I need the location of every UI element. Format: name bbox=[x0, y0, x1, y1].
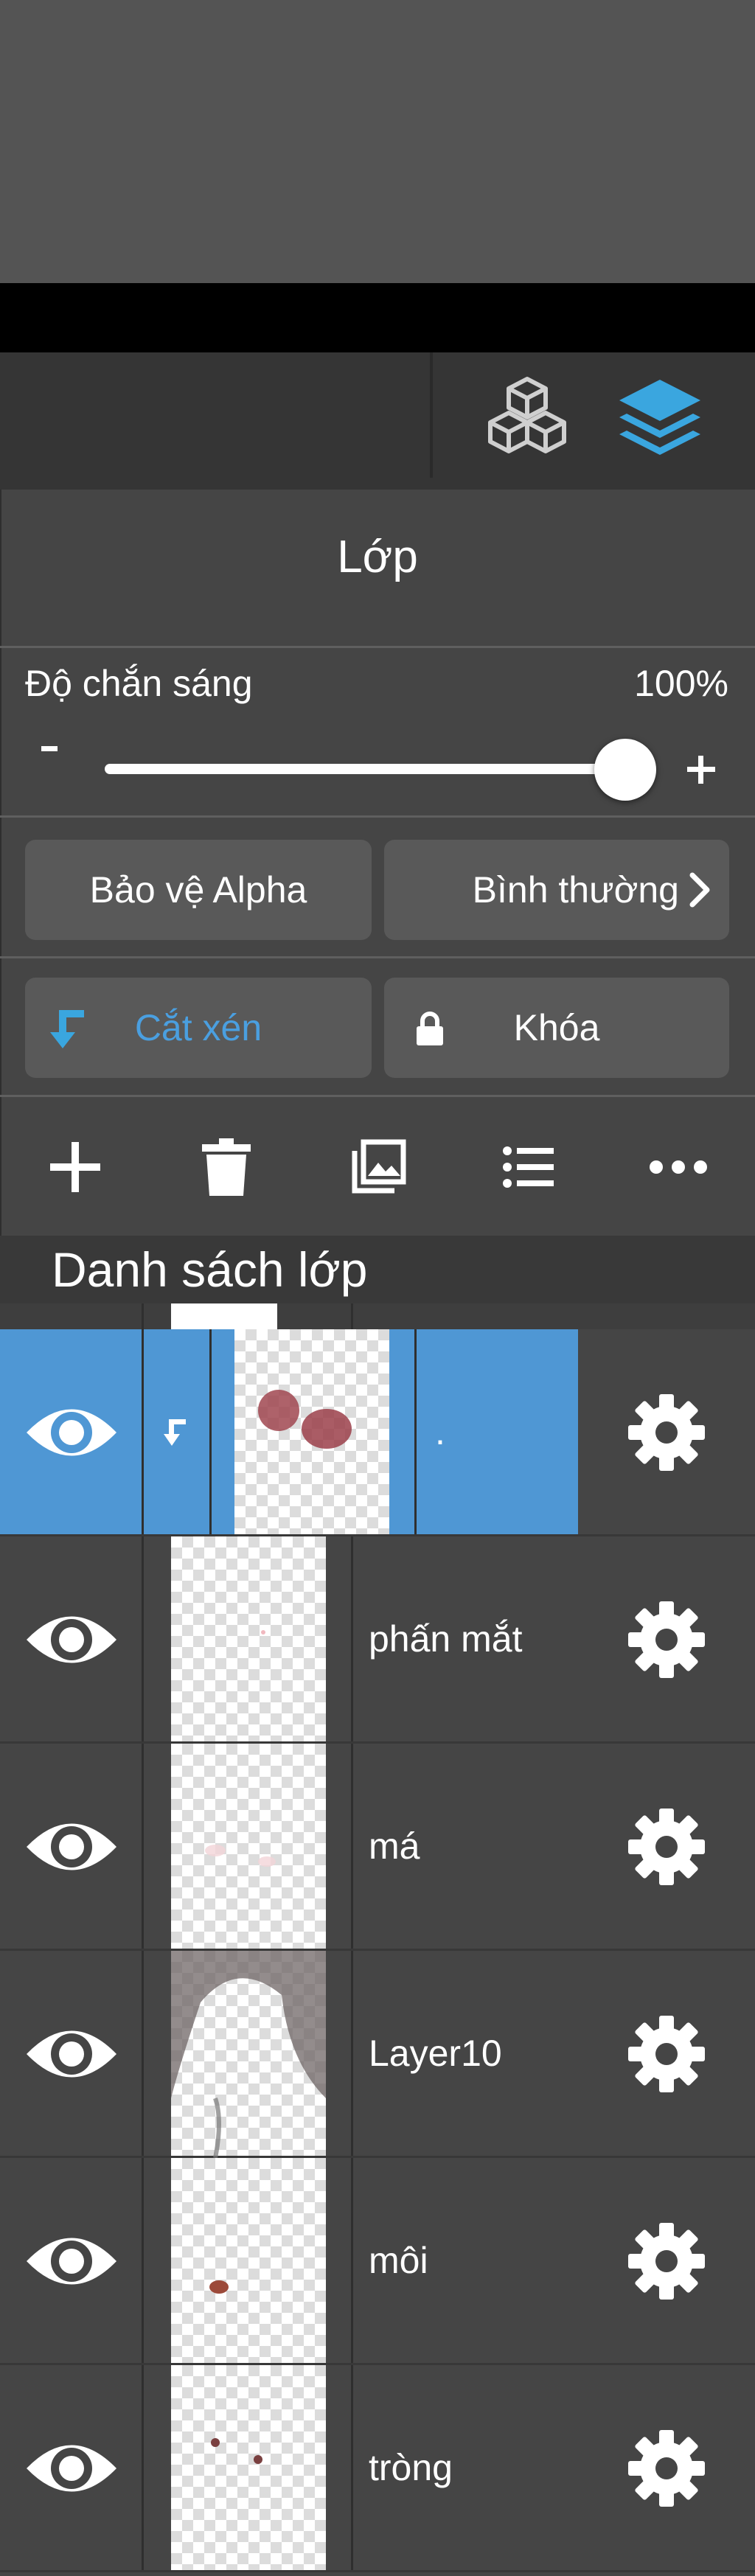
opacity-label: Độ chắn sáng bbox=[25, 663, 253, 704]
divider bbox=[0, 956, 755, 958]
alpha-protect-button[interactable]: Bảo vệ Alpha bbox=[25, 840, 372, 940]
layer-visibility-toggle[interactable] bbox=[24, 1606, 119, 1673]
column-divider bbox=[142, 2158, 144, 2363]
list-icon bbox=[503, 1146, 554, 1188]
layer-visibility-toggle[interactable] bbox=[24, 2228, 119, 2294]
layer-visibility-toggle[interactable] bbox=[24, 2435, 119, 2502]
gear-icon bbox=[628, 2223, 705, 2300]
column-divider bbox=[414, 1329, 417, 1534]
layer-list-button[interactable] bbox=[495, 1138, 562, 1197]
layer-settings-button[interactable] bbox=[627, 2429, 706, 2508]
image-stack-icon bbox=[352, 1139, 406, 1194]
divider bbox=[0, 815, 755, 818]
layer-settings-button[interactable] bbox=[627, 1600, 706, 1679]
trash-icon bbox=[202, 1138, 251, 1196]
column-divider bbox=[351, 1744, 353, 1949]
layer-row[interactable]: Layer10 bbox=[0, 1951, 755, 2159]
panel-title: Lớp bbox=[337, 532, 418, 582]
opacity-slider-track[interactable] bbox=[105, 764, 636, 774]
layer-settings-button[interactable] bbox=[627, 1807, 706, 1887]
layer-row[interactable]: . bbox=[0, 1329, 755, 1536]
layer-name: tròng bbox=[369, 2447, 453, 2488]
opacity-decrease-button[interactable] bbox=[41, 746, 58, 751]
canvas-area[interactable] bbox=[0, 0, 755, 283]
layer-thumbnail bbox=[234, 1329, 389, 1534]
tab-divider bbox=[430, 352, 433, 478]
import-image-button[interactable] bbox=[345, 1138, 411, 1197]
eye-icon bbox=[27, 2238, 116, 2285]
blend-mode-button[interactable]: Bình thường bbox=[384, 840, 729, 940]
layer-settings-button[interactable] bbox=[627, 1393, 706, 1472]
layer-name: môi bbox=[369, 2240, 428, 2281]
layer-settings-button[interactable] bbox=[627, 2014, 706, 2094]
tab-layers[interactable] bbox=[612, 372, 708, 464]
column-divider bbox=[351, 2158, 353, 2363]
eye-icon bbox=[27, 2030, 116, 2078]
layer-thumbnail bbox=[171, 2158, 326, 2363]
gear-icon bbox=[628, 1394, 705, 1471]
alpha-protect-label: Bảo vệ Alpha bbox=[89, 869, 307, 911]
cubes-icon bbox=[488, 377, 566, 453]
column-divider bbox=[142, 1536, 144, 1741]
column-divider bbox=[142, 1951, 144, 2156]
eye-icon bbox=[27, 1409, 116, 1456]
column-divider bbox=[142, 1329, 144, 1534]
layer-thumbnail bbox=[171, 1744, 326, 1949]
lock-label: Khóa bbox=[513, 1007, 600, 1048]
layer-name: . bbox=[435, 1411, 445, 1452]
opacity-increase-button-v[interactable] bbox=[698, 756, 703, 784]
tab-materials[interactable] bbox=[479, 369, 575, 464]
layer-row[interactable]: phấn mắt bbox=[0, 1536, 755, 1744]
delete-layer-button[interactable] bbox=[193, 1138, 260, 1197]
layer-settings-button[interactable] bbox=[627, 2221, 706, 2301]
layers-icon bbox=[619, 380, 700, 455]
layer-thumbnail bbox=[171, 2365, 326, 2570]
divider bbox=[0, 646, 755, 648]
opacity-slider-knob[interactable] bbox=[594, 739, 656, 801]
eye-icon bbox=[27, 2445, 116, 2492]
layer-name: má bbox=[369, 1825, 420, 1867]
more-options-button[interactable] bbox=[645, 1138, 711, 1197]
blend-mode-label: Bình thường bbox=[472, 869, 679, 911]
gear-icon bbox=[628, 2430, 705, 2507]
column-divider bbox=[142, 1744, 144, 1949]
layer-row[interactable]: môi bbox=[0, 2158, 755, 2365]
plus-icon bbox=[50, 1142, 100, 1192]
layer-row[interactable]: má bbox=[0, 1744, 755, 1951]
eye-icon bbox=[27, 1823, 116, 1870]
divider bbox=[0, 1095, 755, 1097]
layer-list-spacer bbox=[0, 1303, 755, 1330]
gear-icon bbox=[628, 1809, 705, 1885]
gear-icon bbox=[628, 1601, 705, 1678]
eye-icon bbox=[27, 1616, 116, 1663]
layer-list-title: Danh sách lớp bbox=[52, 1242, 368, 1297]
column-divider bbox=[351, 2365, 353, 2570]
layer-thumbnail bbox=[171, 1951, 326, 2159]
layer-name: phấn mắt bbox=[369, 1618, 523, 1660]
column-divider bbox=[351, 1536, 353, 1741]
clipping-label: Cắt xén bbox=[134, 1007, 262, 1048]
layer-visibility-toggle[interactable] bbox=[24, 1399, 119, 1466]
layer-visibility-toggle[interactable] bbox=[24, 2021, 119, 2087]
clip-indicator-icon bbox=[164, 1418, 189, 1447]
clip-arrow-icon bbox=[50, 1010, 84, 1048]
layer-thumbnail bbox=[171, 1536, 326, 1741]
layer-row[interactable]: tròng bbox=[0, 2365, 755, 2572]
layer-visibility-toggle[interactable] bbox=[24, 1814, 119, 1880]
column-divider bbox=[351, 1951, 353, 2156]
clipping-button[interactable]: Cắt xén bbox=[25, 978, 372, 1078]
layer-name: Layer10 bbox=[369, 2033, 502, 2074]
lock-button[interactable]: Khóa bbox=[384, 978, 729, 1078]
gear-icon bbox=[628, 2016, 705, 2092]
lock-icon bbox=[417, 1012, 443, 1045]
opacity-value: 100% bbox=[634, 663, 728, 704]
ellipsis-icon bbox=[650, 1160, 707, 1174]
chevron-right-icon bbox=[689, 872, 710, 908]
add-layer-button[interactable] bbox=[42, 1138, 108, 1197]
status-bar bbox=[0, 283, 755, 352]
column-divider bbox=[142, 2365, 144, 2570]
column-divider bbox=[209, 1329, 212, 1534]
